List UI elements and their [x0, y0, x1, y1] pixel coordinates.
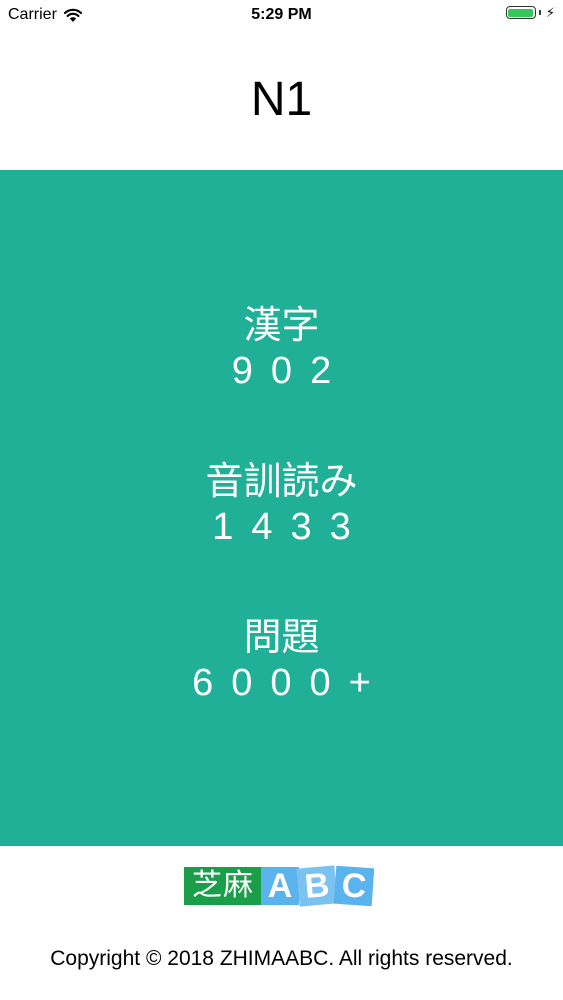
stat-reading: 音訓読み 1433 — [0, 458, 563, 550]
logo-letters: A B C — [261, 865, 375, 907]
logo-letter-b: B — [296, 865, 338, 907]
stat-questions-value: 6000+ — [192, 662, 389, 704]
copyright-text: Copyright © 2018 ZHIMAABC. All rights re… — [50, 947, 513, 970]
battery-fill — [508, 8, 534, 17]
stat-kanji-label: 漢字 — [243, 303, 320, 347]
battery-tip — [538, 10, 541, 15]
charging-bolt-icon: ⚡ — [545, 5, 555, 20]
stat-kanji-value: 902 — [231, 350, 350, 392]
stat-kanji: 漢字 902 — [0, 302, 563, 394]
battery-icon — [505, 6, 536, 19]
stats-panel: 漢字 902 音訓読み 1433 問題 6000+ — [0, 170, 563, 846]
battery-indicator: ⚡ — [505, 5, 555, 20]
brand-logo: 芝麻 A B C — [184, 865, 380, 907]
logo-chinese-text: 芝麻 — [184, 867, 262, 905]
status-time: 5:29 PM — [251, 6, 312, 23]
stat-questions-label: 問題 — [243, 615, 320, 659]
stat-questions: 問題 6000+ — [0, 614, 563, 706]
stat-reading-value: 1433 — [212, 506, 369, 548]
logo-letter-a: A — [261, 867, 299, 905]
logo-letter-c: C — [333, 865, 375, 907]
stat-reading-label: 音訓読み — [205, 459, 358, 503]
status-bar: Carrier 5:29 PM ⚡ — [0, 0, 563, 30]
page-title: N1 — [250, 73, 313, 126]
